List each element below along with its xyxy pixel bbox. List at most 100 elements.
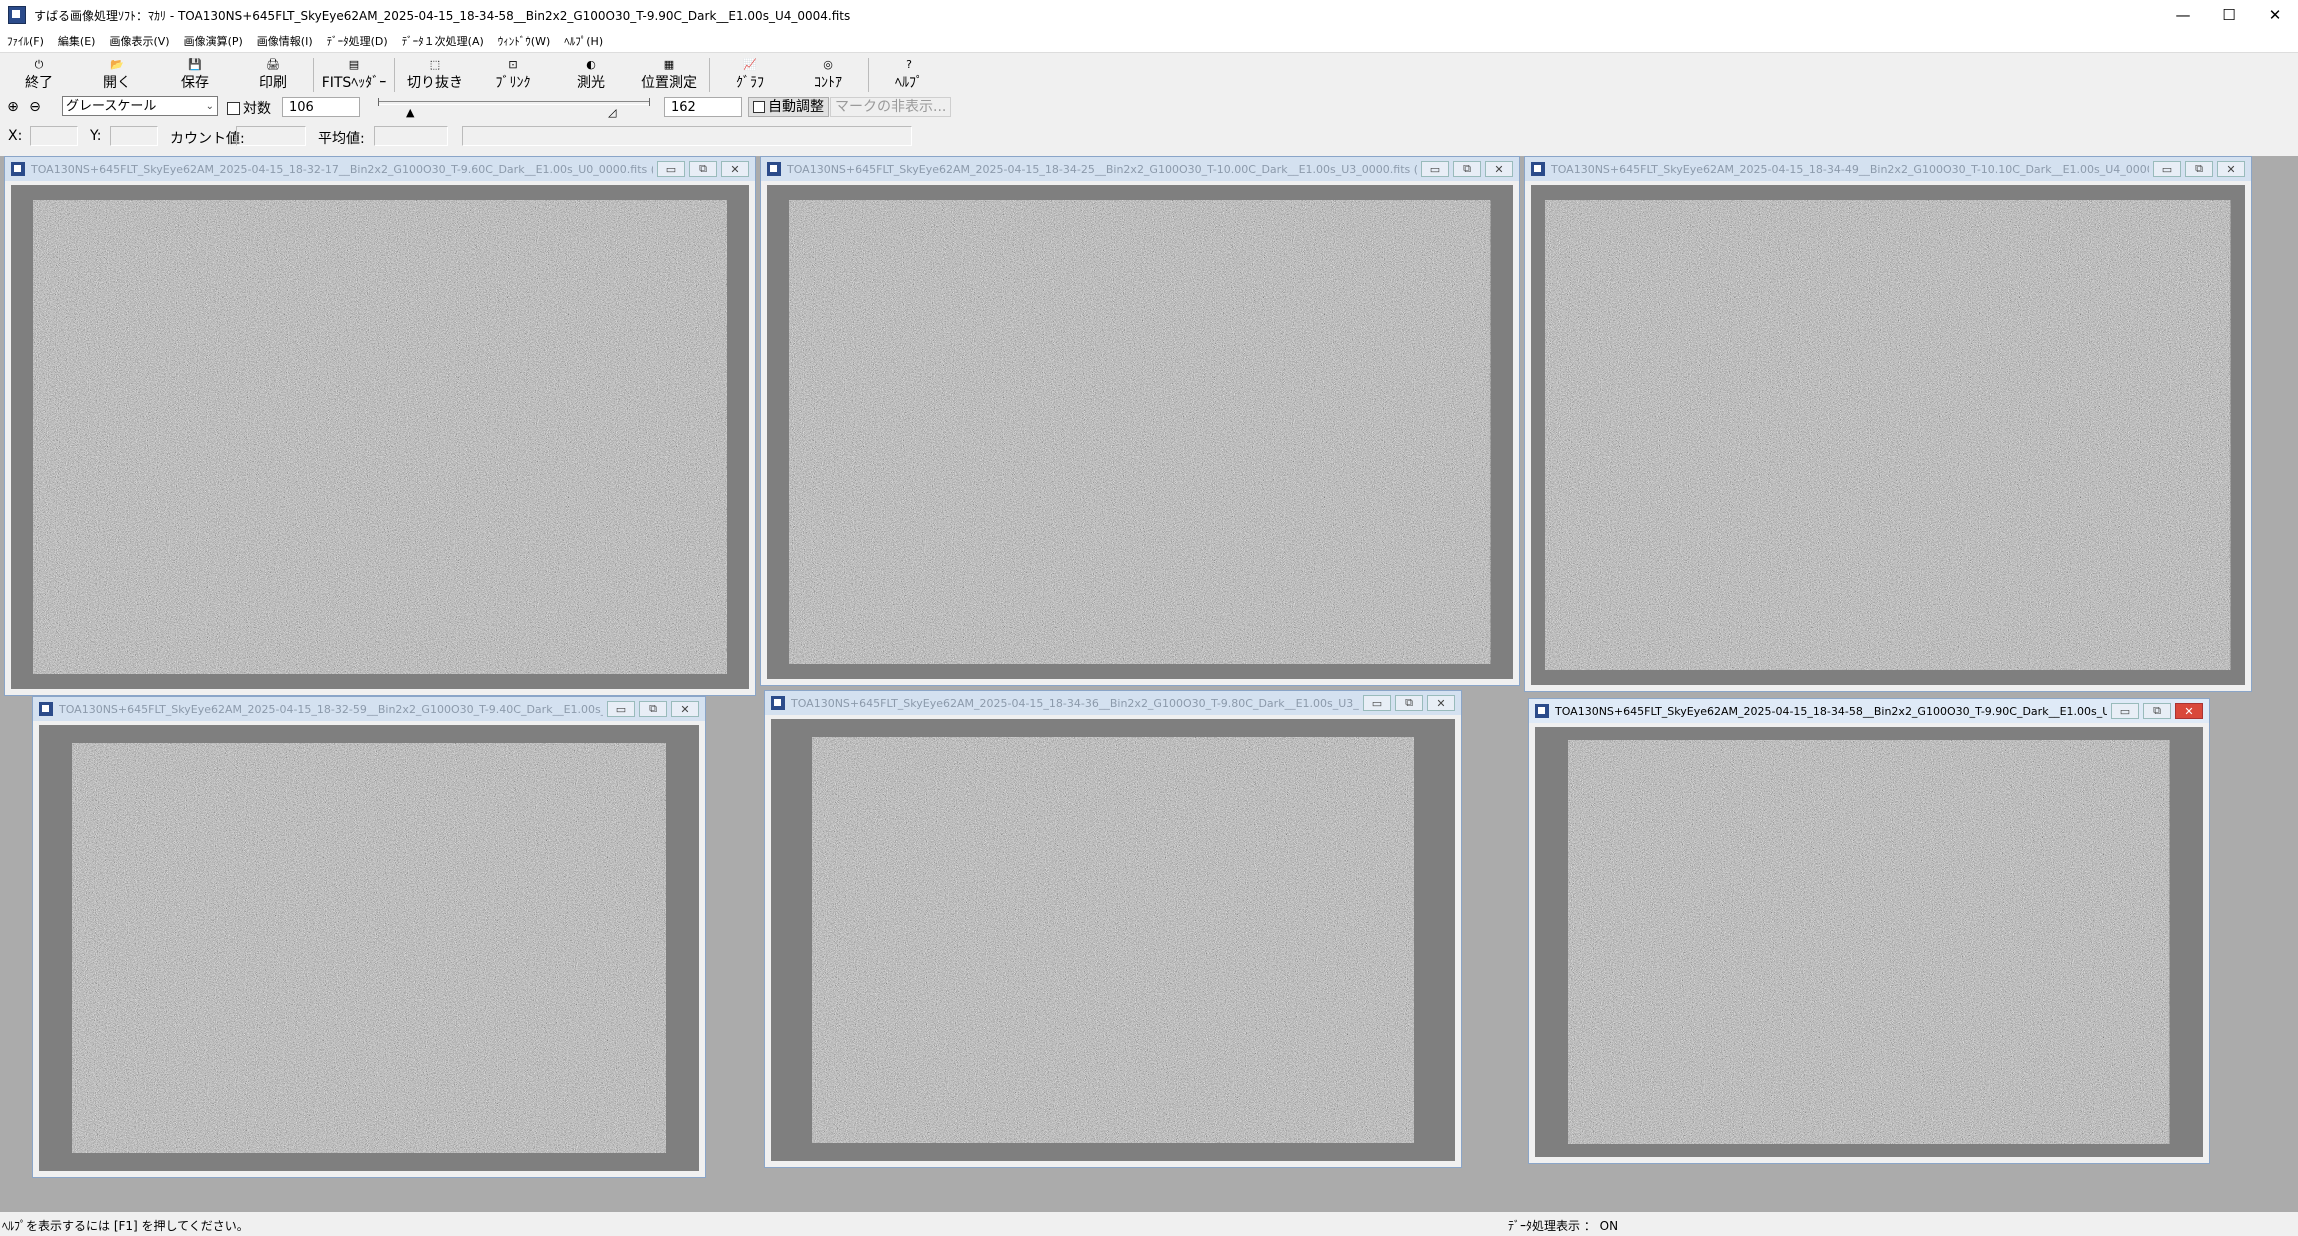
image-frame[interactable] [767, 185, 1513, 679]
zoom-in-icon[interactable]: ⊕ [4, 98, 22, 116]
display-options-bar: ⊕ ⊖ グレースケール ⌄ 対数 106 ▲ ◿ 162 自動調整 マークの非表… [0, 94, 2298, 120]
image-window-6-active[interactable]: TOA130NS+645FLT_SkyEye62AM_2025-04-15_18… [1528, 698, 2210, 1164]
dark-frame-image[interactable] [812, 736, 1414, 1144]
hide-marks-button[interactable]: マークの非表示... [830, 97, 952, 117]
image-frame[interactable] [1535, 727, 2203, 1157]
crop-button[interactable]: ⬚ 切り抜き [396, 55, 474, 95]
toolbar-separator [313, 58, 314, 92]
close-button[interactable]: ✕ [2252, 0, 2298, 30]
child-maximize-button[interactable]: ⧉ [639, 701, 667, 717]
child-titlebar[interactable]: TOA130NS+645FLT_SkyEye62AM_2025-04-15_18… [1525, 157, 2251, 181]
child-minimize-button[interactable]: ▭ [657, 161, 685, 177]
level-slider[interactable]: ▲ ◿ [376, 98, 652, 119]
fits-header-button[interactable]: ▤ FITSﾍｯﾀﾞｰ [315, 55, 393, 95]
noise-texture [1568, 739, 2170, 1145]
open-button[interactable]: 📂 開く [78, 55, 156, 95]
graph-button[interactable]: 📈 ｸﾞﾗﾌ [711, 55, 789, 95]
mean-value [374, 126, 448, 146]
image-doc-icon [11, 162, 25, 176]
blink-button[interactable]: ⊡ ﾌﾞﾘﾝｸ [474, 55, 552, 95]
dark-frame-image[interactable] [789, 199, 1491, 665]
save-button[interactable]: 💾 保存 [156, 55, 234, 95]
child-titlebar[interactable]: TOA130NS+645FLT_SkyEye62AM_2025-04-15_18… [761, 157, 1519, 181]
print-button[interactable]: 🖨 印刷 [234, 55, 312, 95]
min-level-input[interactable]: 106 [282, 97, 360, 117]
toolbar-label: 印刷 [259, 75, 287, 91]
child-maximize-button[interactable]: ⧉ [1395, 695, 1423, 711]
child-close-button[interactable]: ✕ [1427, 695, 1455, 711]
child-close-button[interactable]: ✕ [1485, 161, 1513, 177]
app-icon [8, 6, 26, 24]
photometry-button[interactable]: ◐ 測光 [552, 55, 630, 95]
child-maximize-button[interactable]: ⧉ [1453, 161, 1481, 177]
help-button[interactable]: ? ﾍﾙﾌﾟ [870, 55, 948, 95]
toolbar-label: ﾌﾞﾘﾝｸ [495, 75, 531, 91]
image-frame[interactable] [1531, 185, 2245, 685]
menu-primary-processing[interactable]: ﾃﾞｰﾀ１次処理(A) [402, 33, 484, 49]
child-close-button[interactable]: ✕ [2217, 161, 2245, 177]
child-titlebar[interactable]: TOA130NS+645FLT_SkyEye62AM_2025-04-15_18… [765, 691, 1461, 715]
dark-frame-image[interactable] [1568, 739, 2170, 1145]
child-titlebar[interactable]: TOA130NS+645FLT_SkyEye62AM_2025-04-15_18… [5, 157, 755, 181]
exit-button[interactable]: ⏻ 終了 [0, 55, 78, 95]
menu-window[interactable]: ｳｨﾝﾄﾞｳ(W) [498, 33, 550, 49]
contour-button[interactable]: ◎ ｺﾝﾄｱ [789, 55, 867, 95]
log-scale-checkbox[interactable]: 対数 [227, 98, 271, 118]
maximize-button[interactable]: ☐ [2206, 0, 2252, 30]
child-minimize-button[interactable]: ▭ [1363, 695, 1391, 711]
image-frame[interactable] [39, 725, 699, 1171]
menu-image-info[interactable]: 画像情報(I) [257, 33, 313, 49]
auto-adjust-label: 自動調整 [768, 99, 824, 115]
child-minimize-button[interactable]: ▭ [1421, 161, 1449, 177]
max-level-input[interactable]: 162 [664, 97, 742, 117]
image-window-4[interactable]: TOA130NS+645FLT_SkyEye62AM_2025-04-15_18… [32, 696, 706, 1178]
menu-data-processing[interactable]: ﾃﾞｰﾀ処理(D) [327, 33, 388, 49]
mdi-workspace: TOA130NS+645FLT_SkyEye62AM_2025-04-15_18… [0, 156, 2298, 1212]
dark-frame-image[interactable] [72, 742, 666, 1154]
toolbar-label: 切り抜き [407, 75, 463, 91]
app-titlebar[interactable]: すばる画像処理ｿﾌﾄ：ﾏｶﾘ - TOA130NS+645FLT_SkyEye6… [0, 0, 2298, 30]
colormap-select[interactable]: グレースケール ⌄ [62, 96, 218, 116]
child-minimize-button[interactable]: ▭ [2111, 703, 2139, 719]
image-window-5[interactable]: TOA130NS+645FLT_SkyEye62AM_2025-04-15_18… [764, 690, 1462, 1168]
menu-help[interactable]: ﾍﾙﾌﾟ(H) [564, 33, 603, 49]
min-slider-thumb[interactable]: ▲ [406, 106, 414, 119]
auto-adjust-checkbox[interactable]: 自動調整 [748, 97, 829, 117]
image-frame[interactable] [11, 185, 749, 689]
max-slider-thumb[interactable]: ◿ [608, 106, 616, 119]
child-close-button[interactable]: ✕ [2175, 703, 2203, 719]
child-titlebar[interactable]: TOA130NS+645FLT_SkyEye62AM_2025-04-15_18… [1529, 699, 2209, 723]
child-minimize-button[interactable]: ▭ [607, 701, 635, 717]
colormap-value: グレースケール [66, 99, 157, 114]
child-titlebar[interactable]: TOA130NS+645FLT_SkyEye62AM_2025-04-15_18… [33, 697, 705, 721]
child-close-button[interactable]: ✕ [721, 161, 749, 177]
menu-image-calc[interactable]: 画像演算(P) [184, 33, 243, 49]
y-value [110, 126, 158, 146]
child-maximize-button[interactable]: ⧉ [689, 161, 717, 177]
child-maximize-button[interactable]: ⧉ [2185, 161, 2213, 177]
menu-file[interactable]: ﾌｧｲﾙ(F) [7, 33, 44, 49]
zoom-out-icon[interactable]: ⊖ [26, 98, 44, 116]
child-controls: ▭ ⧉ ✕ [1359, 695, 1455, 711]
image-window-title: TOA130NS+645FLT_SkyEye62AM_2025-04-15_18… [791, 696, 1359, 710]
toolbar-label: 開く [103, 75, 131, 91]
image-window-1[interactable]: TOA130NS+645FLT_SkyEye62AM_2025-04-15_18… [4, 156, 756, 696]
minimize-button[interactable]: — [2160, 0, 2206, 30]
menu-view[interactable]: 画像表示(V) [109, 33, 169, 49]
count-value [236, 126, 306, 146]
window-title: すばる画像処理ｿﾌﾄ：ﾏｶﾘ - TOA130NS+645FLT_SkyEye6… [34, 8, 851, 23]
child-minimize-button[interactable]: ▭ [2153, 161, 2181, 177]
child-close-button[interactable]: ✕ [671, 701, 699, 717]
x-value [30, 126, 78, 146]
menu-edit[interactable]: 編集(E) [58, 33, 96, 49]
child-maximize-button[interactable]: ⧉ [2143, 703, 2171, 719]
dark-frame-image[interactable] [33, 200, 727, 674]
position-measure-button[interactable]: ▦ 位置測定 [630, 55, 708, 95]
image-window-3[interactable]: TOA130NS+645FLT_SkyEye62AM_2025-04-15_18… [1524, 156, 2252, 692]
image-window-2[interactable]: TOA130NS+645FLT_SkyEye62AM_2025-04-15_18… [760, 156, 1520, 686]
image-frame[interactable] [771, 719, 1455, 1161]
noise-texture [72, 742, 666, 1154]
window-controls: — ☐ ✕ [2160, 0, 2298, 30]
child-controls: ▭ ⧉ ✕ [2149, 161, 2245, 177]
dark-frame-image[interactable] [1545, 200, 2231, 670]
